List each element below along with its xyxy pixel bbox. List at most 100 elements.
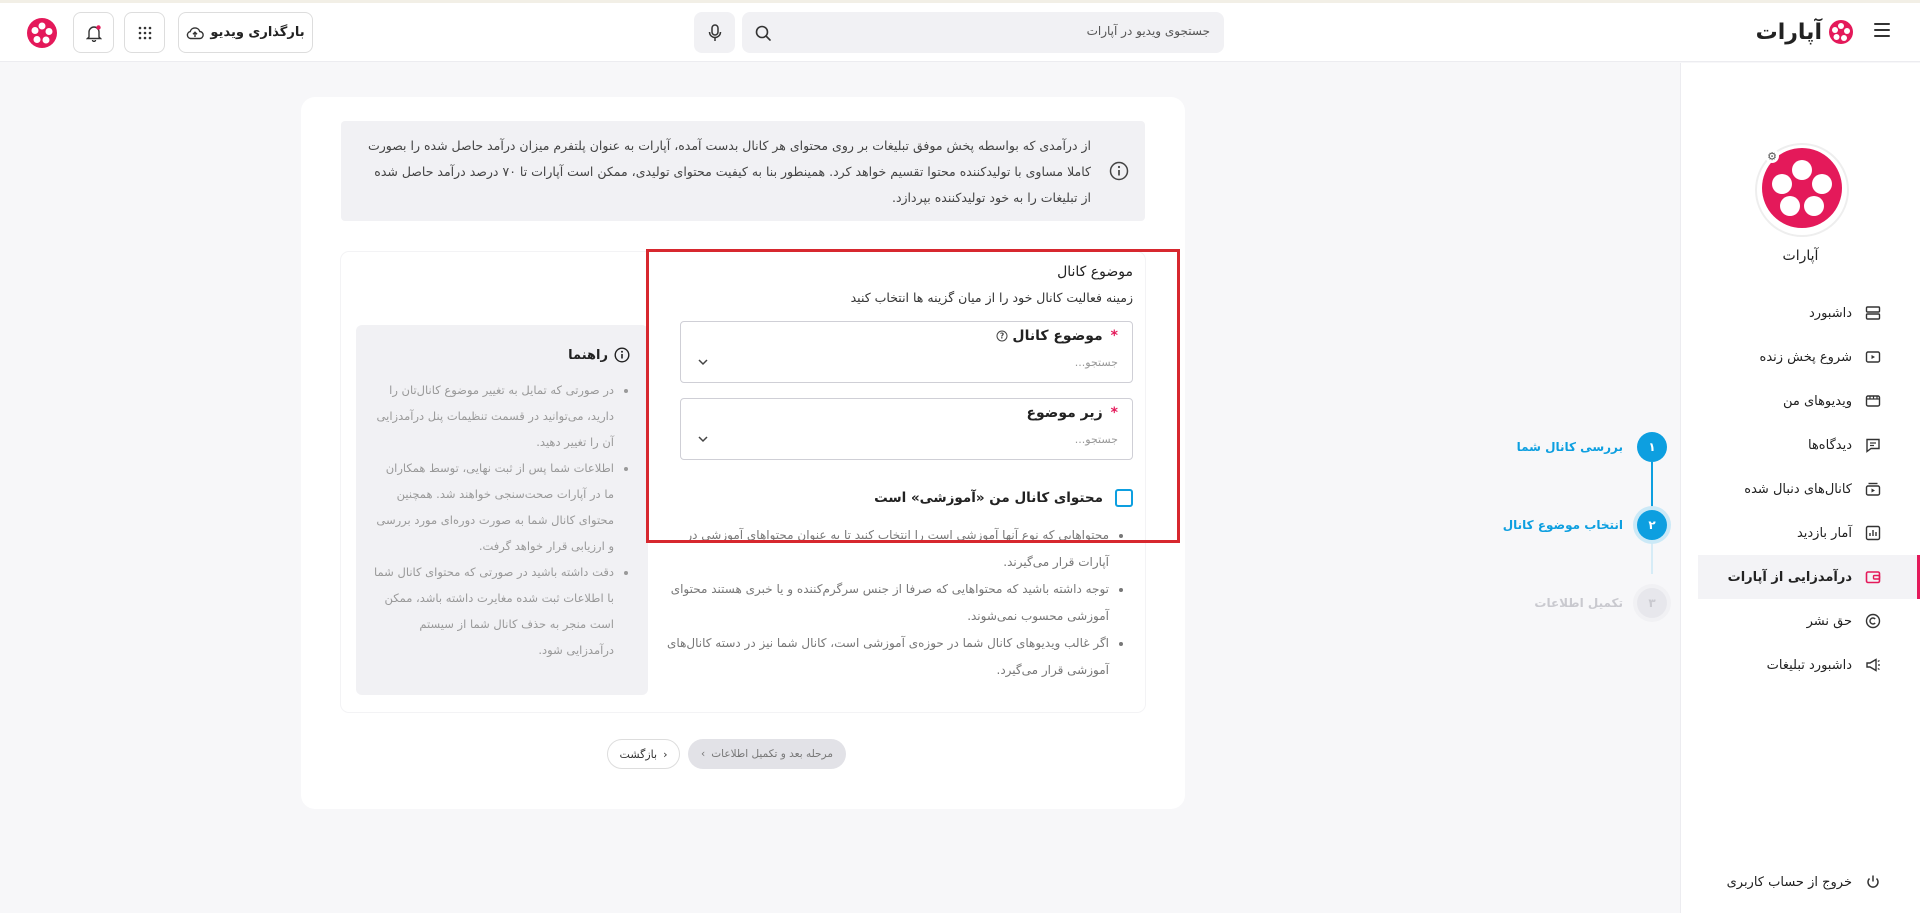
live-icon [1864,348,1882,366]
chevron-right-icon: ‹ [663,747,668,761]
cloud-upload-icon [187,26,205,39]
sidebar-item-label: آمار بازدید [1796,525,1852,541]
sidebar-item-label: داشبورد تبلیغات [1766,657,1852,673]
sidebar-item-live[interactable]: شروع پخش زنده [1681,335,1920,379]
educational-content-checkbox-row[interactable]: محتوای کانال من «آموزشی» است [874,489,1133,507]
chevron-left-icon: › [701,748,706,760]
step-number: ۱ [1637,432,1667,462]
step-label: تکمیل اطلاعات [1534,596,1623,610]
hamburger-menu-icon[interactable] [1874,23,1890,37]
dashboard-icon [1864,304,1882,322]
sidebar-item-subscriptions[interactable]: کانال‌های دنبال شده [1681,467,1920,511]
required-mark: * [1110,328,1118,344]
list-item: دقت داشته باشید در صورتی که محتوای کانال… [374,559,614,663]
aparat-logo[interactable]: آپارات [1756,17,1854,47]
comments-icon [1864,436,1882,454]
channel-topic-select[interactable]: * موضوع کانال ? جستجو... [680,321,1133,383]
list-item: اگر غالب ویدیوهای کانال شما در حوزه‌ی آم… [663,630,1109,684]
educational-content-checkbox[interactable] [1115,489,1133,507]
megaphone-icon [1864,656,1882,674]
bell-icon [85,24,102,42]
form-navigation: مرحله بعد و تکمیل اطلاعات › ‹ بازگشت [607,739,846,769]
sidebar-item-my-videos[interactable]: ویدیوهای من [1681,379,1920,423]
upload-label: بارگذاری ویدیو [210,25,305,40]
next-step-label: مرحله بعد و تکمیل اطلاعات [711,748,833,760]
wallet-icon [1864,568,1882,586]
educational-notes-list: محتواهایی که نوع آنها آموزشی است را انتخ… [663,522,1133,684]
subtopic-label: * زیر موضوع [1026,405,1118,421]
section-title: موضوع کانال [1057,264,1133,280]
grid-icon [138,26,151,39]
step-connector [1651,462,1653,512]
field-label-text: موضوع کانال [1012,328,1103,344]
next-step-button[interactable]: مرحله بعد و تکمیل اطلاعات › [688,739,846,769]
logo-text: آپارات [1755,19,1823,45]
copyright-icon [1864,612,1882,630]
step-complete-info: ۳ تکمیل اطلاعات [1534,588,1667,618]
sidebar-item-stats[interactable]: آمار بازدید [1681,511,1920,555]
step-review-channel: ۱ بررسی کانال شما [1517,432,1667,462]
upload-video-button[interactable]: بارگذاری ویدیو [178,12,313,53]
list-item: اطلاعات شما پس از ثبت نهایی، توسط همکارا… [374,455,614,559]
sidebar-item-label: ویدیوهای من [1782,393,1852,409]
logout-label: خروج از حساب کاربری [1726,874,1852,890]
search-icon[interactable] [754,24,772,42]
list-item: در صورتی که تمایل به تغییر موضوع کانال‌ت… [374,377,614,455]
sidebar-item-label: درآمدزایی از آپارات [1727,569,1852,585]
notifications-button[interactable] [73,12,114,53]
sidebar-menu: داشبورد شروع پخش زنده ویدیوهای من دیدگاه… [1681,291,1920,687]
guide-list: در صورتی که تمایل به تغییر موضوع کانال‌ت… [374,377,630,663]
logout-button[interactable]: خروج از حساب کاربری [1727,873,1882,891]
step-label: بررسی کانال شما [1516,440,1623,454]
sidebar-item-dashboard[interactable]: داشبورد [1681,291,1920,335]
list-item: محتواهایی که نوع آنها آموزشی است را انتخ… [663,522,1109,576]
sidebar-item-ads-dashboard[interactable]: داشبورد تبلیغات [1681,643,1920,687]
sidebar-item-label: حق نشر [1806,613,1852,629]
chevron-down-icon[interactable] [697,433,709,445]
step-number: ۳ [1637,588,1667,618]
subtopic-placeholder: جستجو... [1074,433,1118,446]
svg-text:?: ? [1000,332,1004,341]
step-number: ۲ [1637,510,1667,540]
sidebar-item-label: کانال‌های دنبال شده [1744,481,1852,497]
guide-title-text: راهنما [568,347,608,363]
stats-icon [1864,524,1882,542]
info-banner: از درآمدی که بواسطه پخش موفق تبلیغات بر … [341,121,1145,221]
channel-name: آپارات [1782,248,1819,264]
channel-topic-form: موضوع کانال زمینه فعالیت کانال خود را از… [341,252,1145,712]
sidebar-item-label: شروع پخش زنده [1759,349,1852,365]
step-connector [1651,542,1653,574]
svg-text:⚙: ⚙ [1767,150,1777,163]
help-icon[interactable]: ? [996,330,1008,342]
required-mark: * [1110,405,1118,421]
sidebar-item-copyright[interactable]: حق نشر [1681,599,1920,643]
aparat-reel-icon [1829,20,1853,44]
search-input[interactable]: جستجوی ویدیو در آپارات [742,12,1224,53]
microphone-icon [708,23,721,41]
field-label-text: زیر موضوع [1026,405,1103,421]
sidebar-item-label: دیدگاه‌ها [1807,437,1852,453]
section-subtitle: زمینه فعالیت کانال خود را از میان گزینه … [850,290,1133,305]
step-label: انتخاب موضوع کانال [1502,518,1623,532]
list-item: توجه داشته باشید که محتواهایی که صرفا از… [663,576,1109,630]
subscriptions-icon [1864,480,1882,498]
sidebar-item-monetization[interactable]: درآمدزایی از آپارات [1698,555,1920,599]
studio-sidebar: ⚙ آپارات داشبورد شروع پخش زنده ویدیوهای … [1680,63,1920,913]
user-avatar[interactable] [26,17,58,49]
voice-search-button[interactable] [694,12,735,53]
chevron-down-icon[interactable] [697,356,709,368]
sidebar-item-label: داشبورد [1809,305,1852,321]
power-icon [1864,873,1882,891]
subtopic-select[interactable]: * زیر موضوع جستجو... [680,398,1133,460]
sidebar-item-comments[interactable]: دیدگاه‌ها [1681,423,1920,467]
guide-box: راهنما در صورتی که تمایل به تغییر موضوع … [356,325,648,695]
step-select-topic: ۲ انتخاب موضوع کانال [1503,510,1667,540]
videos-icon [1864,392,1882,410]
apps-grid-button[interactable] [124,12,165,53]
channel-topic-placeholder: جستجو... [1074,356,1118,369]
channel-topic-label: * موضوع کانال ? [996,328,1118,344]
educational-checkbox-label: محتوای کانال من «آموزشی» است [874,490,1103,506]
monetization-card: از درآمدی که بواسطه پخش موفق تبلیغات بر … [301,97,1185,809]
back-button[interactable]: ‹ بازگشت [607,739,680,769]
channel-avatar[interactable]: ⚙ [1752,140,1852,240]
